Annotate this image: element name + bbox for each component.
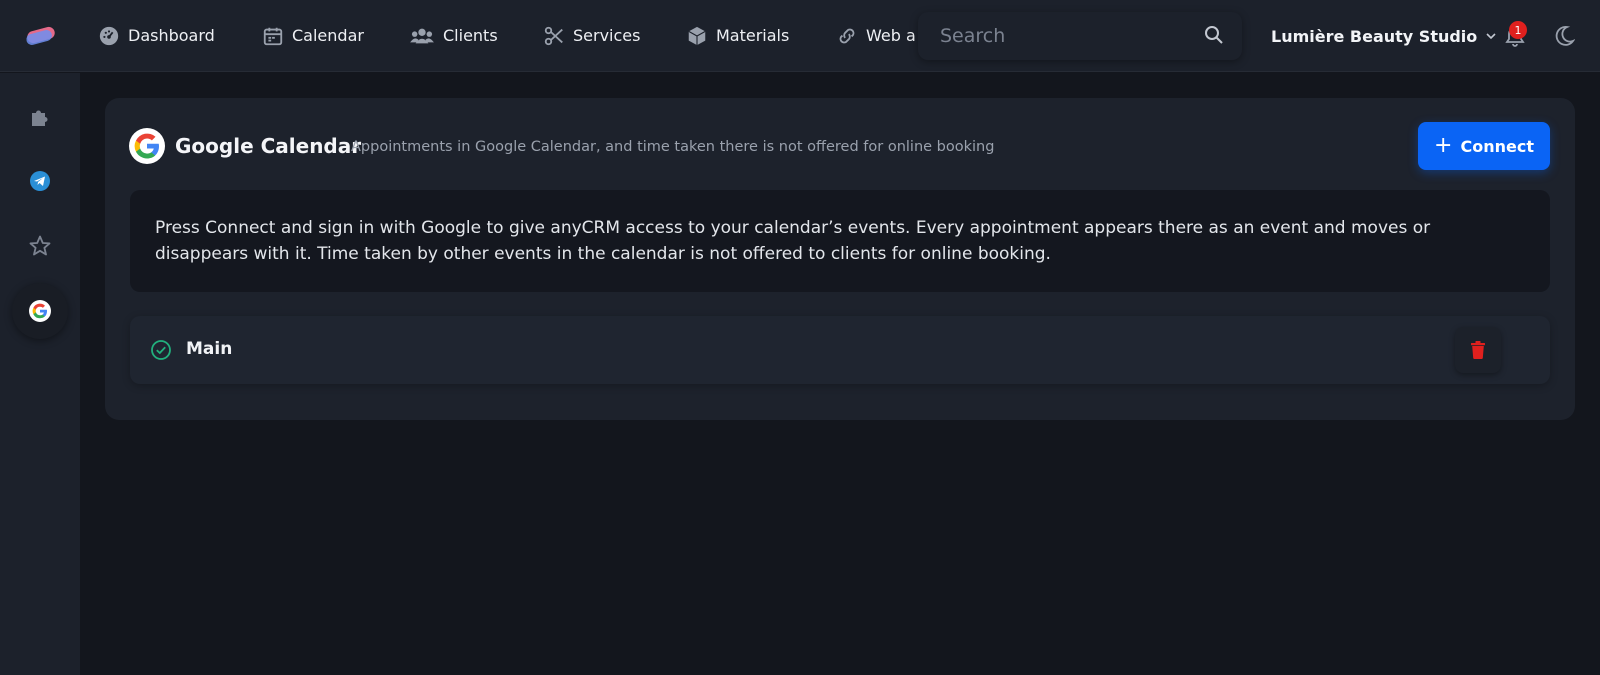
chevron-down-icon xyxy=(1486,33,1496,40)
notification-badge: 1 xyxy=(1509,21,1527,39)
nav-label: Web a xyxy=(866,26,916,45)
nav-item-calendar[interactable]: Calendar xyxy=(262,0,364,72)
sidebar-item-reviews[interactable] xyxy=(12,218,68,274)
studio-name: Lumière Beauty Studio xyxy=(1271,26,1478,46)
info-description: Press Connect and sign in with Google to… xyxy=(130,190,1550,292)
studio-selector[interactable]: Lumière Beauty Studio xyxy=(1271,24,1497,48)
account-name: Main xyxy=(186,339,233,359)
check-circle-icon xyxy=(151,340,171,360)
search-icon[interactable] xyxy=(1204,25,1224,45)
nav-item-clients[interactable]: Clients xyxy=(409,0,498,72)
scissors-icon xyxy=(544,26,563,46)
connect-button[interactable]: + Connect xyxy=(1418,122,1550,170)
sidebar-item-integrations[interactable] xyxy=(12,89,68,145)
nav-item-web-access[interactable]: Web a xyxy=(836,0,916,72)
box-icon xyxy=(688,26,706,46)
moon-icon[interactable] xyxy=(1553,25,1575,47)
google-icon xyxy=(29,300,51,322)
connect-label: Connect xyxy=(1460,136,1534,156)
users-icon xyxy=(410,28,434,44)
page-title: Google Calendar xyxy=(175,134,362,158)
trash-icon xyxy=(1471,341,1485,359)
nav-label: Services xyxy=(573,26,641,45)
app-logo[interactable] xyxy=(24,23,58,49)
calendar-icon xyxy=(263,27,283,46)
star-icon xyxy=(29,235,51,256)
plus-icon: + xyxy=(1434,133,1453,158)
nav-item-dashboard[interactable]: Dashboard xyxy=(98,0,215,72)
telegram-icon xyxy=(30,171,50,191)
puzzle-icon xyxy=(32,110,48,126)
google-calendar-card: Google Calendar Appointments in Google C… xyxy=(105,98,1575,420)
delete-button[interactable] xyxy=(1455,327,1501,373)
link-icon xyxy=(839,28,855,44)
nav-item-materials[interactable]: Materials xyxy=(686,0,789,72)
sidebar-item-google[interactable] xyxy=(12,283,68,339)
nav-label: Calendar xyxy=(292,26,364,45)
search-input[interactable] xyxy=(918,25,1188,47)
main-nav: Dashboard Calendar Clients Services Mate… xyxy=(98,0,918,72)
account-row: Main xyxy=(130,316,1550,384)
page-subtitle: Appointments in Google Calendar, and tim… xyxy=(351,139,995,155)
nav-label: Clients xyxy=(443,26,498,45)
sidebar-item-telegram[interactable] xyxy=(12,153,68,209)
nav-label: Dashboard xyxy=(128,26,215,45)
sidebar xyxy=(0,73,80,675)
dashboard-gauge-icon xyxy=(99,26,119,46)
nav-item-services[interactable]: Services xyxy=(543,0,640,72)
nav-label: Materials xyxy=(716,26,790,45)
google-logo-icon xyxy=(129,128,165,164)
search-box xyxy=(918,12,1242,60)
top-bar: Dashboard Calendar Clients Services Mate… xyxy=(0,0,1600,72)
